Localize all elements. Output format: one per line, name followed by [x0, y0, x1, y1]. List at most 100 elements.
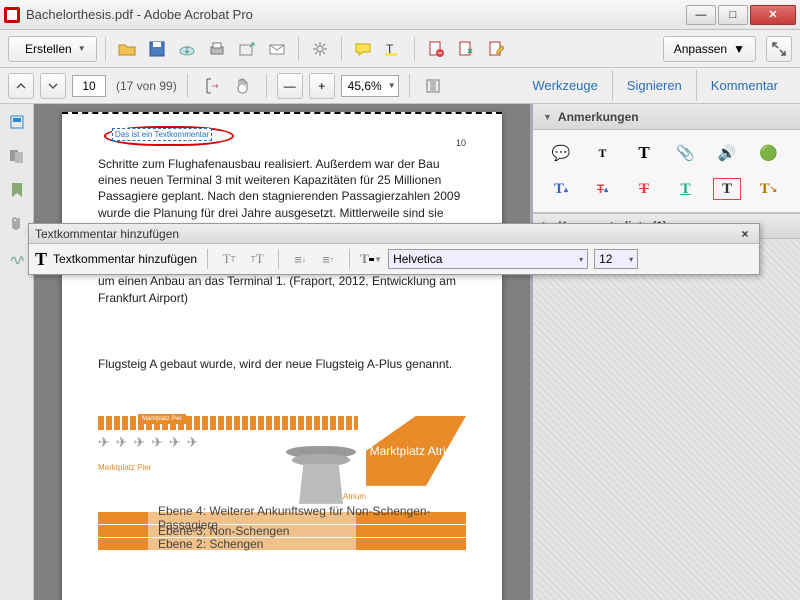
nav-toolbar: (17 von 99) — + ▼ Werkzeuge Signieren Ko… [0, 68, 800, 104]
fullscreen-button[interactable] [766, 36, 792, 62]
decrease-size-button[interactable]: TT [218, 248, 240, 270]
airplane-icon: ✈ [98, 434, 110, 451]
float-close-button[interactable]: × [737, 227, 753, 241]
window-maximize-button[interactable]: □ [718, 5, 748, 25]
page-down-button[interactable] [40, 73, 66, 99]
thumbnails-icon[interactable] [7, 112, 27, 132]
print-button[interactable] [204, 36, 230, 62]
strikethrough-tool[interactable]: T [630, 178, 658, 200]
float-toolbar-title[interactable]: Textkommentar hinzufügen × [29, 224, 759, 244]
customize-button[interactable]: Anpassen ▼ [663, 36, 756, 62]
separator [187, 74, 188, 98]
zoom-input[interactable] [342, 79, 384, 93]
pdf-page: 10 Das ist ein Textkommentar Schritte zu… [62, 112, 502, 600]
open-button[interactable] [114, 36, 140, 62]
bookmarks-icon[interactable] [7, 180, 27, 200]
separator [298, 37, 299, 61]
annotation-tools-grid: 💬 T T 📎 🔊 🟢 T▴ T▴ T T T T↘ [533, 130, 800, 213]
body-text: Flugsteig A gebaut wurde, wird der neue … [98, 356, 466, 372]
separator [278, 249, 279, 269]
annotations-panel-header[interactable]: ▼ Anmerkungen [533, 104, 800, 130]
comments-panel: ▼ Anmerkungen 💬 T T 📎 🔊 🟢 T▴ T▴ T T T T↘… [530, 104, 800, 600]
airplane-icon: ✈ [116, 434, 128, 451]
comment-tab[interactable]: Kommentar [696, 70, 792, 101]
float-tool-label: Textkommentar hinzufügen [53, 252, 197, 266]
export-pdf-button[interactable] [453, 36, 479, 62]
decrease-line-spacing-button[interactable]: ≡↓ [289, 248, 311, 270]
increase-line-spacing-button[interactable]: ≡↑ [317, 248, 339, 270]
sticky-note-tool[interactable]: 💬 [547, 142, 575, 164]
create-label: Erstellen [25, 42, 72, 56]
window-minimize-button[interactable]: — [686, 5, 716, 25]
page-number-input[interactable] [72, 75, 106, 97]
text-box-tool[interactable]: T [713, 178, 741, 200]
edit-pdf-button[interactable] [483, 36, 509, 62]
text-tool-icon: T [35, 249, 47, 270]
replace-text-tool[interactable]: T▴ [589, 178, 617, 200]
customize-label: Anpassen [674, 42, 727, 56]
audio-tool[interactable]: 🔊 [713, 142, 741, 164]
page-up-button[interactable] [8, 73, 34, 99]
tools-tab[interactable]: Werkzeuge [518, 70, 612, 101]
separator [349, 249, 350, 269]
note-button[interactable] [350, 36, 376, 62]
left-navigation-rail [0, 104, 34, 600]
window-title: Bachelorthesis.pdf - Adobe Acrobat Pro [26, 7, 684, 22]
fit-width-button[interactable] [420, 73, 446, 99]
comment-list-body [533, 239, 800, 600]
dropdown-icon: ▾ [579, 255, 583, 264]
window-close-button[interactable]: ✕ [750, 5, 796, 25]
delete-pdf-button[interactable] [423, 36, 449, 62]
select-tool-button[interactable] [198, 73, 224, 99]
zoom-dropdown[interactable]: ▼ [341, 75, 399, 97]
dropdown-icon: ▾ [629, 255, 633, 264]
highlight-button[interactable]: T [380, 36, 406, 62]
separator [414, 37, 415, 61]
highlight-tool[interactable]: T [589, 142, 617, 164]
attach-tool[interactable]: 📎 [672, 142, 700, 164]
sign-tab[interactable]: Signieren [612, 70, 696, 101]
text-tool[interactable]: T [630, 142, 658, 164]
text-color-button[interactable]: T ▼ [360, 248, 382, 270]
app-icon [4, 7, 20, 23]
atrium-shape: Marktplatz Atrium [366, 416, 466, 486]
terminal-diagram: Marktplatz Pier ✈ ✈ ✈ ✈ ✈ ✈ Marktplatz P… [98, 416, 466, 550]
dropdown-icon: ▼ [78, 44, 86, 53]
page-count-label: (17 von 99) [116, 79, 177, 93]
font-size-dropdown[interactable]: 12 ▾ [594, 249, 638, 269]
font-family-dropdown[interactable]: Helvetica ▾ [388, 249, 588, 269]
page-number-label: 10 [456, 138, 466, 148]
stamp-tool[interactable]: 🟢 [755, 142, 783, 164]
dropdown-icon: ▼ [388, 81, 396, 90]
hand-tool-button[interactable] [230, 73, 256, 99]
settings-button[interactable] [307, 36, 333, 62]
zoom-out-button[interactable]: — [277, 73, 303, 99]
create-button[interactable]: Erstellen ▼ [8, 36, 97, 62]
separator [266, 74, 267, 98]
share-button[interactable] [234, 36, 260, 62]
airplane-icon: ✈ [151, 434, 163, 451]
collapse-icon: ▼ [543, 112, 552, 122]
save-button[interactable] [144, 36, 170, 62]
window-titlebar: Bachelorthesis.pdf - Adobe Acrobat Pro —… [0, 0, 800, 30]
signatures-icon[interactable] [7, 248, 27, 268]
pages-icon[interactable] [7, 146, 27, 166]
text-comment-toolbar[interactable]: Textkommentar hinzufügen × T Textkomment… [28, 223, 760, 275]
cloud-button[interactable] [174, 36, 200, 62]
separator [409, 74, 410, 98]
increase-size-button[interactable]: TT [246, 248, 268, 270]
airplane-icon: ✈ [133, 434, 145, 451]
callout-tool[interactable]: T↘ [755, 178, 783, 200]
text-annotation[interactable]: Das ist ein Textkommentar [112, 128, 212, 141]
zoom-in-button[interactable]: + [309, 73, 335, 99]
insert-text-tool[interactable]: T▴ [547, 178, 575, 200]
main-toolbar: Erstellen ▼ T Anpassen ▼ [0, 30, 800, 68]
document-viewport[interactable]: 10 Das ist ein Textkommentar Schritte zu… [34, 104, 530, 600]
email-button[interactable] [264, 36, 290, 62]
attachments-icon[interactable] [7, 214, 27, 234]
dropdown-icon: ▼ [733, 42, 745, 56]
airplane-icon: ✈ [187, 434, 199, 451]
separator [207, 249, 208, 269]
separator [341, 37, 342, 61]
underline-tool[interactable]: T [672, 178, 700, 200]
